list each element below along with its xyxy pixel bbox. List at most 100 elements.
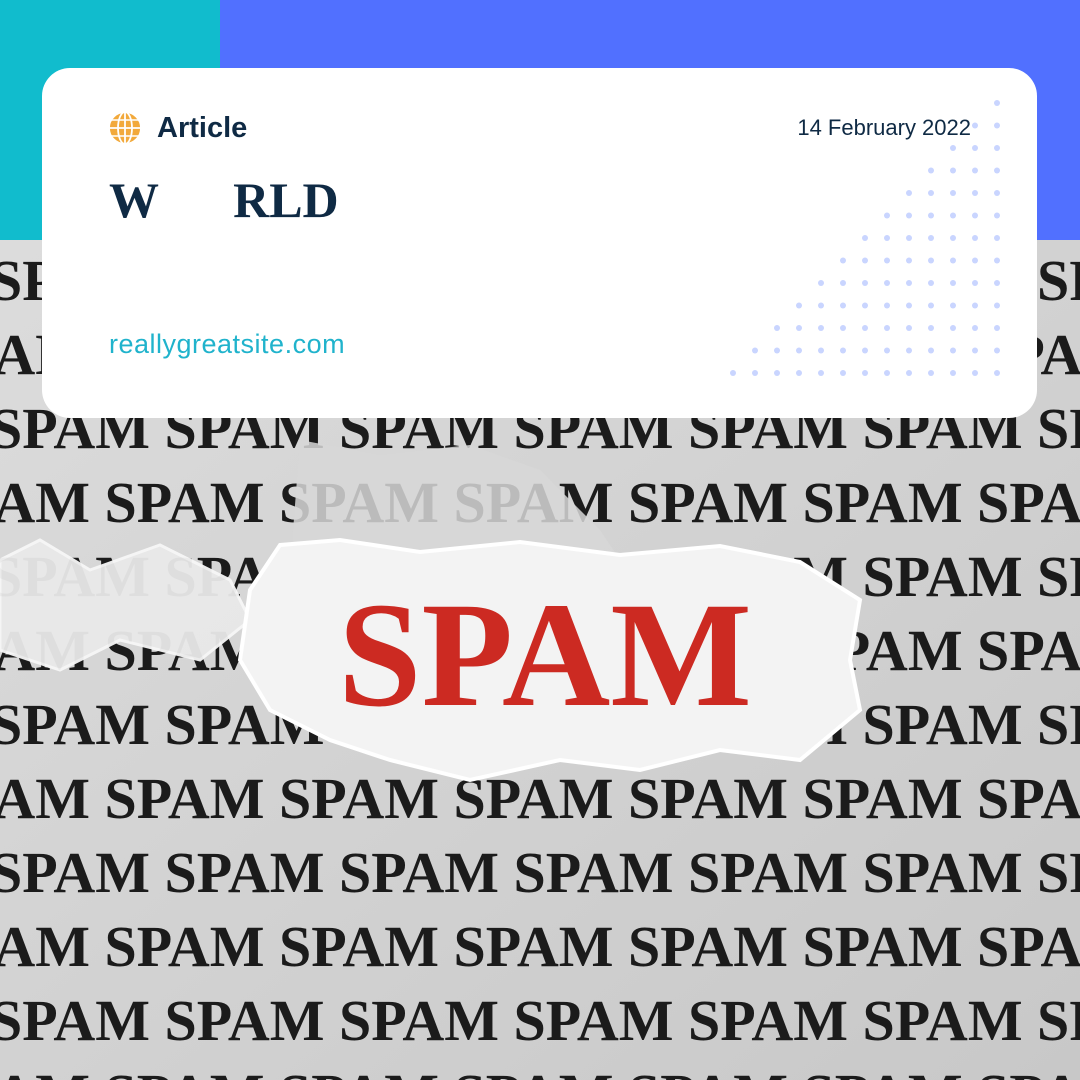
decorative-dot	[818, 347, 824, 354]
decorative-dot	[950, 235, 956, 241]
decorative-dot	[840, 257, 846, 264]
spam-pattern-row: SPAM SPAM SPAM SPAM SPAM SPAM SPAM SPAM	[0, 988, 1080, 1053]
decorative-dot	[972, 302, 978, 309]
decorative-dot	[796, 302, 802, 309]
decorative-dot	[950, 280, 956, 286]
decorative-dot	[972, 370, 978, 376]
decorative-dot	[994, 370, 1000, 376]
decorative-dot	[950, 212, 956, 219]
decorative-dot	[928, 235, 934, 241]
decorative-dot	[972, 190, 978, 196]
decorative-dot	[862, 302, 868, 309]
decorative-dot	[884, 302, 890, 309]
decorative-dot	[928, 325, 934, 331]
decorative-dot	[972, 347, 978, 354]
decorative-dot	[994, 235, 1000, 241]
decorative-dot	[972, 280, 978, 286]
decorative-dot	[950, 190, 956, 196]
decorative-dot	[906, 280, 912, 286]
decorative-dot	[994, 190, 1000, 196]
decorative-dot	[928, 167, 934, 174]
decorative-dot	[818, 280, 824, 286]
decorative-dot	[906, 212, 912, 219]
decorative-dot	[906, 235, 912, 241]
decorative-dot	[972, 325, 978, 331]
decorative-dot	[906, 370, 912, 376]
decorative-dot	[972, 212, 978, 219]
decorative-dot	[774, 325, 780, 331]
decorative-dot	[928, 347, 934, 354]
decorative-dot	[950, 347, 956, 354]
decorative-dot	[752, 347, 758, 354]
spam-pattern-row: SPAM SPAM SPAM SPAM SPAM SPAM SPAM SPAM	[0, 840, 1080, 905]
decorative-dot	[840, 347, 846, 354]
decorative-dot	[884, 235, 890, 241]
article-date: 14 February 2022	[797, 115, 971, 140]
decorative-dot	[906, 190, 912, 196]
spam-pattern-row: SPAM SPAM SPAM SPAM SPAM SPAM SPAM SPAM	[0, 766, 1080, 831]
decorative-dot	[774, 347, 780, 354]
decorative-dot	[818, 302, 824, 309]
decorative-dot	[818, 370, 824, 376]
decorative-dot	[774, 370, 780, 376]
decorative-dot	[994, 145, 1000, 151]
article-category-label: Article	[157, 112, 248, 144]
decorative-dot	[752, 370, 758, 376]
decorative-dot	[972, 122, 978, 129]
decorative-dot	[840, 280, 846, 286]
decorative-dot	[994, 212, 1000, 219]
decorative-dot	[928, 257, 934, 264]
decorative-dot	[928, 190, 934, 196]
decorative-dot	[950, 167, 956, 174]
spam-pattern-row: SPAM SPAM SPAM SPAM SPAM SPAM SPAM SPAM	[0, 1062, 1080, 1080]
decorative-dot	[928, 280, 934, 286]
decorative-dot	[796, 347, 802, 354]
decorative-dot	[796, 325, 802, 331]
decorative-dot	[796, 370, 802, 376]
website-link[interactable]: reallygreatsite.com	[109, 324, 345, 364]
decorative-dot	[884, 370, 890, 376]
decorative-dot	[906, 257, 912, 264]
decorative-dot	[884, 347, 890, 354]
decorative-dot	[884, 212, 890, 219]
decorative-dot	[994, 325, 1000, 331]
decorative-dot	[884, 325, 890, 331]
decorative-dot	[994, 302, 1000, 309]
decorative-dot	[994, 347, 1000, 354]
decorative-dot	[862, 347, 868, 354]
spam-pattern-row: SPAM SPAM SPAM SPAM SPAM SPAM SPAM SPAM	[0, 914, 1080, 979]
decorative-dot	[906, 325, 912, 331]
decorative-dot	[730, 370, 736, 376]
decorative-dot	[950, 302, 956, 309]
decorative-dot	[994, 167, 1000, 174]
section-title: W RLD	[109, 172, 339, 228]
decorative-dot	[840, 325, 846, 331]
decorative-dot	[950, 325, 956, 331]
decorative-dot	[994, 257, 1000, 264]
decorative-dot	[862, 370, 868, 376]
spam-headline: SPAM	[338, 572, 752, 738]
decorative-dot	[972, 145, 978, 151]
decorative-dot	[994, 122, 1000, 129]
decorative-dot	[906, 347, 912, 354]
decorative-dot	[972, 167, 978, 174]
decorative-dot	[884, 280, 890, 286]
decorative-dot	[862, 257, 868, 264]
decorative-dot	[818, 325, 824, 331]
decorative-dot	[950, 257, 956, 264]
decorative-dot	[994, 100, 1000, 106]
decorative-dot	[928, 302, 934, 309]
decorative-dot	[862, 235, 868, 241]
decorative-dot	[862, 280, 868, 286]
decorative-dot	[950, 370, 956, 376]
decorative-dot	[994, 280, 1000, 286]
decorative-dot	[928, 212, 934, 219]
decorative-dot	[884, 257, 890, 264]
decorative-dot	[928, 370, 934, 376]
decorative-dot	[862, 325, 868, 331]
decorative-dot	[840, 370, 846, 376]
globe-icon	[108, 111, 142, 145]
decorative-dot	[906, 302, 912, 309]
decorative-dot	[972, 257, 978, 264]
article-card: Article 14 February 2022 W RLD reallygre…	[42, 68, 1037, 418]
